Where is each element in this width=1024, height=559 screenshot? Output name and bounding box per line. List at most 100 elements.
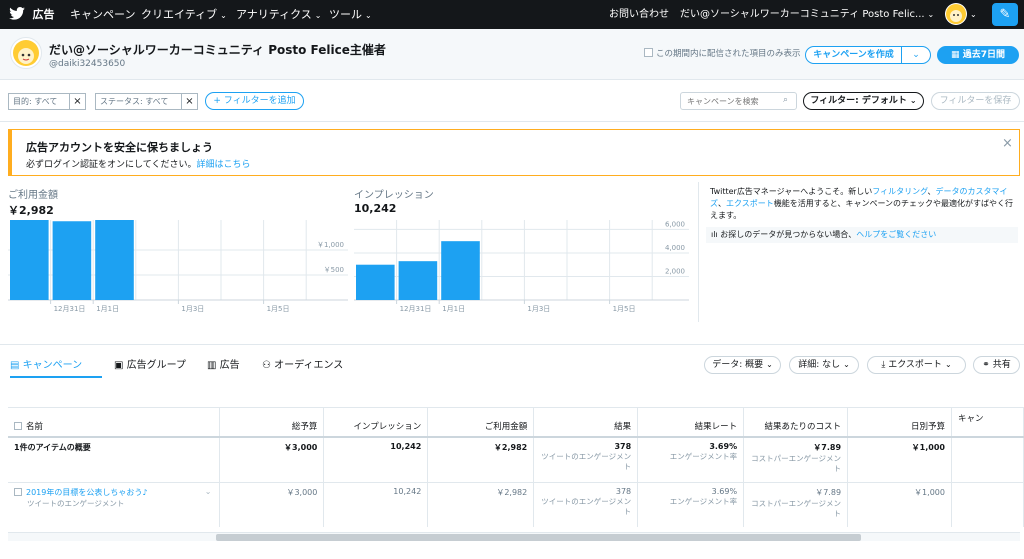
y-tick-label: ￥500	[324, 266, 344, 274]
help-text: お探しのデータが見つからない場合、	[720, 230, 857, 239]
value: 378	[615, 487, 632, 496]
campaign-search-input[interactable]	[680, 92, 797, 110]
date-range-button[interactable]: ▦ 過去7日間	[937, 46, 1019, 64]
row-name: 2019年の目標を公表しちゃおう♪ ツイートのエンゲージメント ⌄	[8, 482, 221, 527]
header-result-rate[interactable]: 結果レート	[637, 407, 745, 437]
filter-default-button[interactable]: フィルター: デフォルト ⌄	[803, 92, 924, 110]
button-label: データ: 概要	[712, 360, 764, 370]
spend-title: ご利用金額	[8, 190, 58, 201]
row-daily: ￥1,000	[847, 482, 952, 527]
select-all-checkbox[interactable]	[14, 421, 22, 430]
menu-tools[interactable]: ツール ⌄	[329, 0, 372, 29]
close-icon[interactable]: ×	[1002, 136, 1013, 151]
x-tick-label: 1月3日	[527, 305, 550, 313]
create-campaign-dropdown[interactable]: ⌄	[901, 46, 931, 64]
account-name: だい@ソーシャルワーカーコミュニティ Posto Felice主催者	[49, 43, 386, 57]
account-menu[interactable]: だい@ソーシャルワーカーコミュニティ Posto Felic... ⌄	[680, 0, 934, 29]
compose-button[interactable]: ✎	[992, 3, 1018, 26]
tab-campaigns[interactable]: ▤ キャンペーン	[10, 356, 102, 378]
header-results[interactable]: 結果	[533, 407, 639, 437]
export-button[interactable]: ⤓ エクスポート ⌄	[867, 356, 966, 374]
header-cost-per-result[interactable]: 結果あたりのコスト	[743, 407, 849, 437]
table-row[interactable]: 2019年の目標を公表しちゃおう♪ ツイートのエンゲージメント ⌄ ￥3,000 1…	[8, 482, 1024, 527]
tab-ads[interactable]: ▥ 広告	[207, 356, 240, 378]
account-name: だい@ソーシャルワーカーコミュニティ Posto Felic...	[680, 9, 925, 20]
menu-analytics[interactable]: アナリティクス ⌄	[236, 0, 322, 29]
avatar-icon	[13, 40, 39, 66]
summary-results: 378 ツイートのエンゲージメント	[533, 435, 639, 483]
save-filter-button[interactable]: フィルターを保存	[931, 92, 1020, 110]
divider	[0, 344, 1024, 345]
scrollbar-thumb[interactable]	[216, 534, 861, 541]
filter-chip-objective[interactable]: 目的: すべて ×	[8, 93, 86, 110]
audience-icon: ⚇	[262, 360, 275, 371]
header-impressions[interactable]: インプレッション	[323, 407, 429, 437]
filtering-link[interactable]: フィルタリング	[872, 187, 927, 196]
chevron-down-icon: ⌄	[912, 50, 920, 60]
twitter-logo[interactable]: 広告	[9, 0, 55, 29]
twitter-bird-icon	[9, 7, 25, 20]
filter-chip-status[interactable]: ステータス: すべて ×	[95, 93, 198, 110]
security-notice: 広告アカウントを安全に保ちましょう 必ずログイン認証をオンにしてください。詳細は…	[8, 129, 1020, 176]
account-header: だい@ソーシャルワーカーコミュニティ Posto Felice主催者 @daik…	[0, 29, 1024, 80]
data-view-button[interactable]: データ: 概要 ⌄	[704, 356, 781, 374]
row-empty	[951, 482, 1024, 527]
campaign-table: 名前 総予算 インプレッション ご利用金額 結果 結果レート 結果あたりのコスト…	[8, 407, 1024, 527]
summary-rate: 3.69% エンゲージメント率	[637, 435, 745, 483]
notice-link[interactable]: 詳細はこちら	[196, 160, 250, 170]
brand-label: 広告	[32, 8, 55, 21]
contact-link[interactable]: お問い合わせ	[609, 0, 669, 29]
add-filter-button[interactable]: + フィルターを追加	[205, 92, 304, 110]
bar[interactable]	[52, 221, 92, 300]
row-results: 378 ツイートのエンゲージメント	[533, 482, 639, 527]
bar[interactable]	[356, 264, 395, 300]
bar[interactable]	[95, 220, 134, 300]
horizontal-scrollbar[interactable]	[8, 532, 1020, 541]
close-icon[interactable]: ×	[181, 94, 197, 109]
help-link[interactable]: ヘルプをご覧ください	[856, 230, 936, 239]
row-spend: ￥2,982	[427, 482, 535, 527]
create-campaign-button[interactable]: キャンペーンを作成	[805, 46, 902, 64]
tab-label: キャンペーン	[22, 360, 83, 371]
detail-view-button[interactable]: 詳細: なし ⌄	[789, 356, 859, 374]
close-icon[interactable]: ×	[69, 94, 85, 109]
share-button[interactable]: ⚭ 共有	[973, 356, 1020, 374]
header-daily-budget[interactable]: 日別予算	[847, 407, 952, 437]
notice-title: 広告アカウントを安全に保ちましょう	[26, 141, 213, 154]
row-checkbox[interactable]	[14, 488, 22, 496]
chevron-down-icon[interactable]: ⌄	[205, 487, 212, 496]
separator: 、	[927, 187, 936, 196]
chevron-down-icon[interactable]: ⌄	[970, 0, 977, 29]
tab-label: 広告	[219, 360, 240, 371]
campaign-icon: ▤	[10, 360, 23, 371]
chart-icon: ılı	[711, 230, 721, 239]
campaign-link[interactable]: 2019年の目標を公表しちゃおう♪	[26, 488, 147, 497]
tab-ad-groups[interactable]: ▣ 広告グループ	[114, 356, 186, 378]
button-label: 共有	[992, 360, 1011, 370]
link-icon: ⚭	[982, 360, 993, 370]
avatar-small[interactable]	[945, 3, 967, 25]
header-campaign[interactable]: キャン	[951, 407, 1024, 437]
y-tick-label: 2,000	[665, 267, 685, 275]
tab-audiences[interactable]: ⚇ オーディエンス	[262, 356, 343, 378]
export-link[interactable]: エクスポート	[726, 199, 774, 208]
row-impressions: 10,242	[323, 482, 429, 527]
notice-body: 必ずログイン認証をオンにしてください。詳細はこちら	[26, 157, 250, 170]
value: 3.69%	[711, 487, 738, 496]
header-spend[interactable]: ご利用金額	[427, 407, 535, 437]
delivered-only-checkbox[interactable]	[644, 48, 653, 57]
value: 3.69%	[709, 441, 738, 451]
menu-campaigns[interactable]: キャンペーン	[70, 0, 135, 29]
row-rate: 3.69% エンゲージメント率	[637, 482, 745, 527]
header-name[interactable]: 名前	[8, 407, 221, 437]
bar[interactable]	[441, 241, 480, 300]
summary-budget: ￥3,000	[219, 435, 325, 483]
menu-creatives[interactable]: クリエイティブ ⌄	[141, 0, 227, 29]
bar[interactable]	[398, 261, 438, 300]
button-label: エクスポート	[888, 360, 942, 370]
bar[interactable]	[10, 220, 49, 300]
x-tick-label: 12月31日	[54, 305, 86, 313]
chevron-down-icon: ⌄	[314, 11, 322, 20]
y-tick-label: ￥1,000	[317, 241, 344, 249]
header-budget[interactable]: 総予算	[219, 407, 325, 437]
